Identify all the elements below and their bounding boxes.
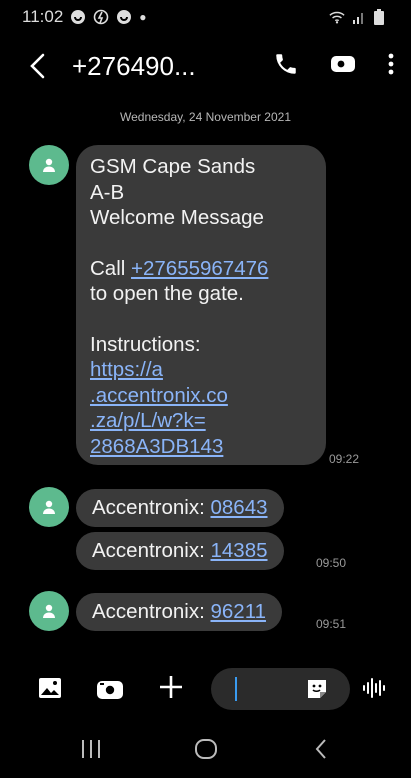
message-bubble[interactable]: GSM Cape Sands A-B Welcome Message Call … [76, 145, 326, 465]
message-time: 09:22 [329, 452, 360, 466]
message-line: Instructions: [90, 332, 201, 356]
app-bar: +276490... [0, 38, 411, 94]
message-line-call: Call +27655967476 [90, 256, 312, 282]
message-time: 09:50 [316, 556, 347, 570]
person-icon [43, 500, 55, 514]
voice-wave-icon [363, 678, 385, 698]
status-bar: 11:02 ● [0, 0, 411, 34]
contact-title[interactable]: +276490... [72, 51, 273, 82]
message-line: Welcome Message [90, 206, 264, 229]
voice-button[interactable] [362, 676, 388, 700]
status-left: 11:02 ● [22, 7, 147, 27]
home-button[interactable] [194, 738, 218, 760]
more-options-button[interactable] [387, 52, 395, 81]
message-time: 09:51 [316, 617, 347, 631]
person-icon [43, 158, 55, 172]
url-line[interactable]: 2868A3DB143 [90, 434, 312, 460]
back-button[interactable] [28, 51, 58, 81]
home-icon [195, 739, 217, 759]
video-camera-icon [331, 55, 355, 72]
sender-prefix: Accentronix: [92, 496, 211, 519]
camera-icon [97, 681, 123, 699]
attach-button[interactable] [158, 674, 184, 700]
call-prefix: Call [90, 256, 132, 280]
message-line: to open the gate. [90, 282, 244, 305]
date-separator: Wednesday, 24 November 2021 [120, 110, 291, 124]
contact-avatar[interactable] [29, 487, 69, 527]
more-vertical-icon [388, 53, 394, 74]
url-line[interactable]: .za/p/L/w?k= [90, 408, 312, 434]
navigation-bar [0, 726, 411, 778]
sender-prefix: Accentronix: [92, 539, 211, 562]
phone-number-link[interactable]: +27655967476 [131, 257, 268, 280]
recents-icon [82, 740, 100, 758]
code-link[interactable]: 96211 [211, 600, 266, 623]
code-link[interactable]: 14385 [211, 539, 268, 562]
notification-icon [70, 9, 86, 25]
wifi-icon [329, 9, 345, 25]
chevron-left-icon [30, 53, 45, 79]
contact-avatar[interactable] [29, 591, 69, 631]
battery-icon [373, 9, 389, 25]
url-line[interactable]: .accentronix.co [90, 383, 312, 409]
url-link[interactable]: https://a .accentronix.co .za/p/L/w?k= 2… [90, 357, 312, 459]
person-icon [43, 604, 55, 618]
camera-button[interactable] [96, 678, 124, 700]
chevron-left-icon [315, 739, 326, 759]
message-input[interactable] [211, 668, 350, 710]
message-bubble[interactable]: Accentronix: 08643 [76, 489, 284, 527]
message-bubble[interactable]: Accentronix: 96211 [76, 593, 282, 631]
text-caret [235, 677, 237, 701]
code-link[interactable]: 08643 [211, 496, 268, 519]
video-call-button[interactable] [329, 52, 357, 81]
sender-prefix: Accentronix: [92, 600, 211, 623]
status-right [329, 9, 389, 25]
back-nav-button[interactable] [314, 738, 328, 760]
plus-icon [160, 676, 182, 698]
message-line: GSM Cape Sands [90, 155, 256, 178]
url-line[interactable]: https://a [90, 357, 312, 383]
contact-avatar[interactable] [29, 145, 69, 185]
notification-icon-2 [116, 9, 132, 25]
sticker-button[interactable] [305, 677, 329, 701]
app-bar-actions [273, 51, 395, 82]
call-button[interactable] [273, 51, 299, 82]
compose-bar [0, 660, 411, 716]
status-time: 11:02 [22, 7, 64, 26]
message-bubble[interactable]: Accentronix: 14385 [76, 532, 284, 570]
gallery-button[interactable] [38, 676, 62, 700]
image-icon [39, 678, 61, 698]
sticker-icon [308, 680, 326, 698]
more-notifications-dot-icon: ● [139, 10, 147, 24]
phone-icon [276, 53, 296, 74]
power-saving-icon [93, 9, 109, 25]
message-line: A-B [90, 180, 125, 204]
signal-icon [351, 9, 367, 25]
recents-button[interactable] [80, 738, 102, 760]
